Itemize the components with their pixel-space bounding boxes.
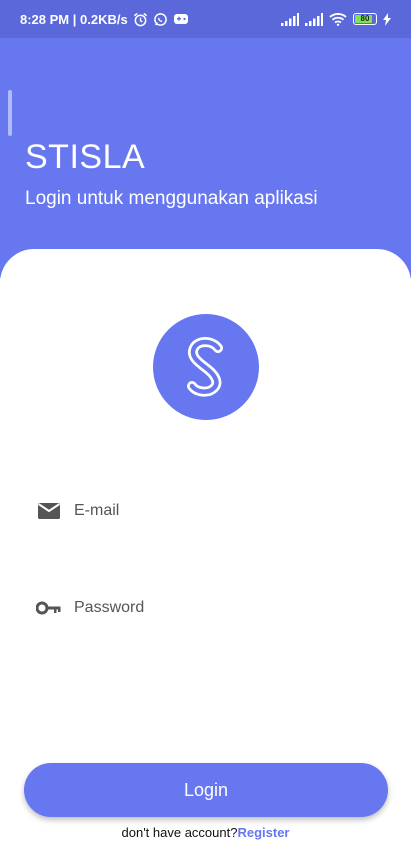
email-field-row[interactable] — [36, 494, 376, 528]
status-time-speed: 8:28 PM | 0.2KB/s — [20, 11, 128, 27]
game-icon — [173, 14, 188, 24]
mail-icon — [36, 502, 62, 520]
key-icon — [36, 601, 62, 615]
signal-icon — [281, 12, 299, 26]
password-field-row[interactable] — [36, 591, 376, 625]
scroll-indicator — [8, 90, 12, 136]
header-banner: STISLA Login untuk menggunakan aplikasi — [0, 38, 411, 278]
battery-level: 80 — [360, 14, 370, 23]
charging-icon — [383, 12, 391, 26]
status-bar: 8:28 PM | 0.2KB/s 80 — [0, 0, 411, 38]
app-title: STISLA — [25, 138, 146, 176]
register-prompt-line: don't have account?Register — [0, 825, 411, 840]
wifi-icon — [329, 13, 347, 26]
whatsapp-icon — [153, 12, 167, 26]
battery-icon: 80 — [353, 13, 377, 25]
status-right: 80 — [281, 12, 391, 26]
app-subtitle: Login untuk menggunakan aplikasi — [25, 188, 318, 209]
register-prompt: don't have account? — [121, 825, 238, 840]
alarm-icon — [133, 12, 147, 26]
signal-icon — [305, 12, 323, 26]
password-input[interactable] — [74, 599, 376, 617]
login-button[interactable]: Login — [24, 763, 388, 817]
stisla-s-icon — [187, 337, 223, 397]
email-input[interactable] — [74, 502, 376, 520]
register-link[interactable]: Register — [237, 825, 289, 840]
stisla-logo — [153, 314, 259, 420]
status-left: 8:28 PM | 0.2KB/s — [20, 12, 189, 27]
